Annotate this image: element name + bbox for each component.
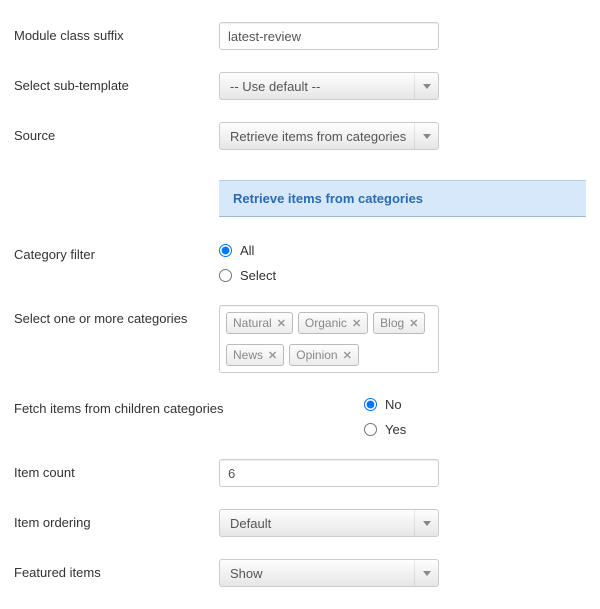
category-filter-select-radio[interactable] <box>219 269 232 282</box>
sub-template-select[interactable]: -- Use default -- <box>219 72 439 100</box>
source-select[interactable]: Retrieve items from categories <box>219 122 439 150</box>
label-item-ordering: Item ordering <box>14 509 219 530</box>
radio-label: No <box>385 397 402 412</box>
category-tag[interactable]: Blog ✕ <box>373 312 425 334</box>
close-icon[interactable]: ✕ <box>343 349 352 362</box>
chevron-down-icon <box>414 123 438 149</box>
tag-label: News <box>233 348 263 362</box>
tag-label: Opinion <box>296 348 337 362</box>
label-sub-template: Select sub-template <box>14 72 219 93</box>
module-class-suffix-input[interactable] <box>219 22 439 50</box>
close-icon[interactable]: ✕ <box>277 317 286 330</box>
source-value: Retrieve items from categories <box>230 129 406 144</box>
label-select-categories: Select one or more categories <box>14 305 219 326</box>
tag-label: Natural <box>233 316 272 330</box>
close-icon[interactable]: ✕ <box>409 317 418 330</box>
fetch-children-radio-group: No Yes <box>364 395 586 437</box>
featured-items-select[interactable]: Show <box>219 559 439 587</box>
fetch-children-yes-radio[interactable] <box>364 423 377 436</box>
sub-template-value: -- Use default -- <box>230 79 320 94</box>
item-count-input[interactable] <box>219 459 439 487</box>
chevron-down-icon <box>414 560 438 586</box>
tag-label: Organic <box>305 316 347 330</box>
tag-label: Blog <box>380 316 404 330</box>
category-tag[interactable]: News ✕ <box>226 344 284 366</box>
radio-label: All <box>240 243 254 258</box>
label-featured-items: Featured items <box>14 559 219 580</box>
item-ordering-select[interactable]: Default <box>219 509 439 537</box>
categories-tags-input[interactable]: Natural ✕ Organic ✕ Blog ✕ News ✕ Opinion ✕ <box>219 305 439 373</box>
featured-items-value: Show <box>230 566 263 581</box>
radio-label: Yes <box>385 422 406 437</box>
chevron-down-icon <box>414 510 438 536</box>
radio-label: Select <box>240 268 276 283</box>
category-tag[interactable]: Organic ✕ <box>298 312 368 334</box>
item-ordering-value: Default <box>230 516 271 531</box>
label-fetch-children: Fetch items from children categories <box>14 395 364 416</box>
category-tag[interactable]: Natural ✕ <box>226 312 293 334</box>
label-source: Source <box>14 122 219 143</box>
section-header: Retrieve items from categories <box>219 180 586 217</box>
close-icon[interactable]: ✕ <box>352 317 361 330</box>
category-filter-all-radio[interactable] <box>219 244 232 257</box>
close-icon[interactable]: ✕ <box>268 349 277 362</box>
fetch-children-no-radio[interactable] <box>364 398 377 411</box>
label-module-class-suffix: Module class suffix <box>14 22 219 43</box>
label-item-count: Item count <box>14 459 219 480</box>
category-filter-radio-group: All Select <box>219 241 586 283</box>
category-tag[interactable]: Opinion ✕ <box>289 344 359 366</box>
label-category-filter: Category filter <box>14 241 219 262</box>
chevron-down-icon <box>414 73 438 99</box>
